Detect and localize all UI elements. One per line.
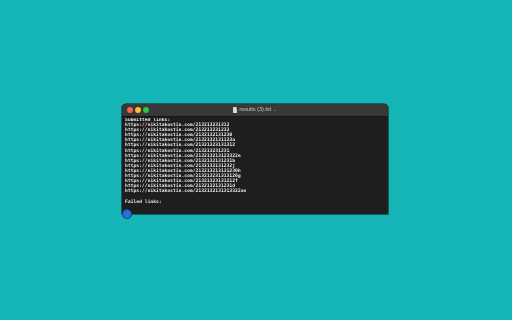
window-title-text: results (3).txt [239, 107, 272, 113]
window-titlebar[interactable]: results (3).txt ⌄ [122, 104, 388, 117]
chevron-down-icon[interactable]: ⌄ [273, 104, 276, 116]
floating-action-button[interactable] [123, 210, 131, 218]
failed-links-header: Failed links: [125, 199, 162, 205]
file-content[interactable]: Submitted links: https://nikitakostin.co… [125, 118, 383, 213]
window-title: results (3).txt ⌄ [122, 104, 388, 116]
vertical-scrollbar[interactable] [384, 118, 387, 212]
text-editor-window: results (3).txt ⌄ Submitted links: https… [122, 104, 388, 214]
document-icon [233, 107, 238, 113]
